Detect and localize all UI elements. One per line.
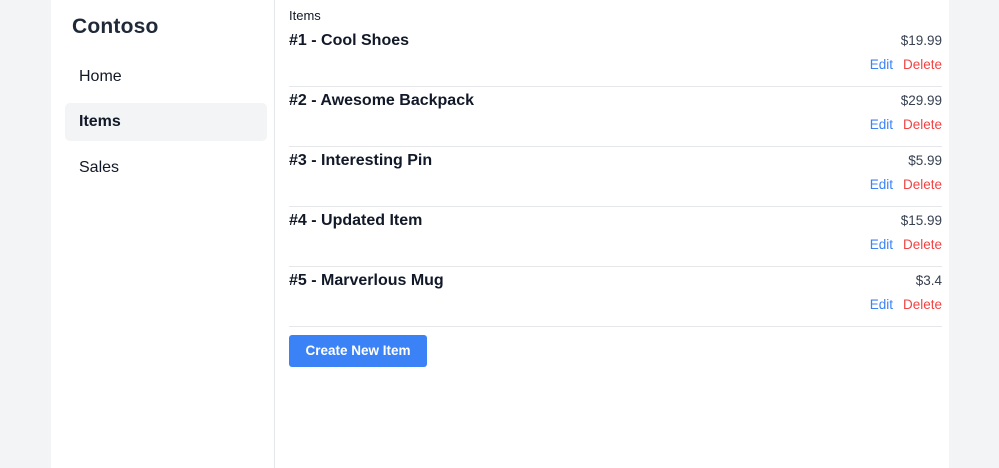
sidebar-item-home[interactable]: Home bbox=[65, 58, 267, 96]
item-price: $19.99 bbox=[900, 33, 942, 48]
list-item: #2 - Awesome Backpack $29.99 Edit Delete bbox=[289, 86, 942, 147]
delete-link[interactable]: Delete bbox=[903, 117, 942, 132]
delete-link[interactable]: Delete bbox=[903, 57, 942, 72]
edit-link[interactable]: Edit bbox=[870, 297, 893, 312]
brand-logo: Contoso bbox=[72, 15, 159, 38]
list-item: #5 - Marverlous Mug $3.4 Edit Delete bbox=[289, 266, 942, 327]
delete-link[interactable]: Delete bbox=[903, 237, 942, 252]
sidebar: Contoso Home Items Sales bbox=[51, 0, 275, 468]
item-price: $3.4 bbox=[915, 273, 942, 288]
item-actions: Edit Delete bbox=[870, 177, 942, 192]
item-price: $5.99 bbox=[908, 153, 942, 168]
sidebar-item-sales[interactable]: Sales bbox=[65, 149, 267, 187]
main-content: Items #1 - Cool Shoes $19.99 Edit Delete … bbox=[289, 0, 942, 468]
create-new-item-button[interactable]: Create New Item bbox=[289, 335, 427, 367]
delete-link[interactable]: Delete bbox=[903, 297, 942, 312]
edit-link[interactable]: Edit bbox=[870, 57, 893, 72]
item-actions: Edit Delete bbox=[870, 297, 942, 312]
list-item: #4 - Updated Item $15.99 Edit Delete bbox=[289, 206, 942, 267]
item-actions: Edit Delete bbox=[870, 57, 942, 72]
list-item: #3 - Interesting Pin $5.99 Edit Delete bbox=[289, 146, 942, 207]
item-title: #4 - Updated Item bbox=[289, 212, 423, 229]
item-actions: Edit Delete bbox=[870, 237, 942, 252]
edit-link[interactable]: Edit bbox=[870, 177, 893, 192]
item-title: #3 - Interesting Pin bbox=[289, 152, 433, 169]
item-price: $15.99 bbox=[900, 213, 942, 228]
delete-link[interactable]: Delete bbox=[903, 177, 942, 192]
list-item: #1 - Cool Shoes $19.99 Edit Delete bbox=[289, 26, 942, 87]
item-title: #5 - Marverlous Mug bbox=[289, 272, 444, 289]
edit-link[interactable]: Edit bbox=[870, 237, 893, 252]
edit-link[interactable]: Edit bbox=[870, 117, 893, 132]
sidebar-item-items[interactable]: Items bbox=[65, 103, 267, 141]
item-actions: Edit Delete bbox=[870, 117, 942, 132]
item-title: #2 - Awesome Backpack bbox=[289, 92, 474, 109]
item-price: $29.99 bbox=[900, 93, 942, 108]
item-title: #1 - Cool Shoes bbox=[289, 32, 410, 49]
app-frame: Contoso Home Items Sales Items #1 - Cool… bbox=[51, 0, 949, 468]
breadcrumb: Items bbox=[289, 8, 321, 23]
